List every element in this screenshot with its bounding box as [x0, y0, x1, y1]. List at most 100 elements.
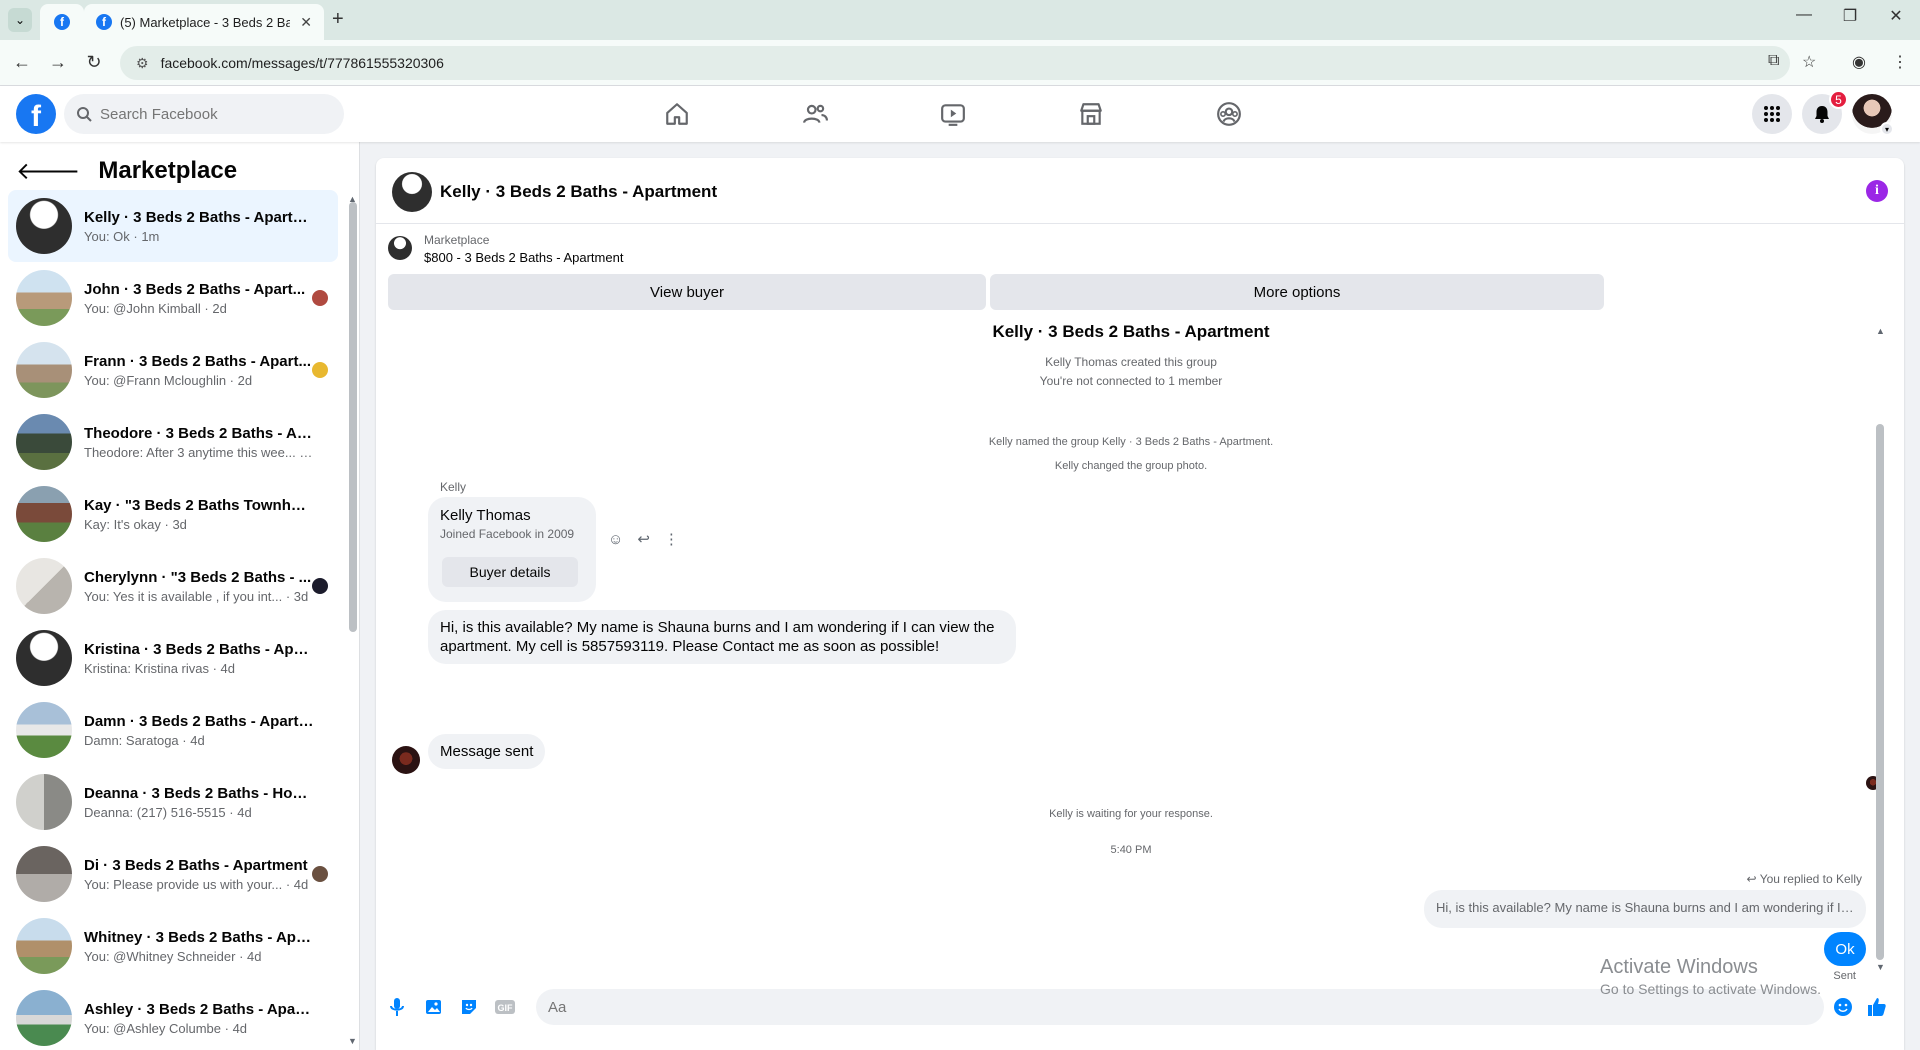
thumbs-up-icon[interactable]: [1864, 994, 1890, 1020]
conversation-item[interactable]: Damn · 3 Beds 2 Baths - Apartm... Damn: S…: [8, 694, 338, 766]
browser-menu-icon[interactable]: ⋮: [1892, 52, 1908, 72]
my-message-bubble[interactable]: Ok: [1824, 932, 1866, 966]
listing-thumbnail: [16, 774, 72, 830]
pinned-tab[interactable]: f: [40, 4, 84, 40]
back-arrow-icon[interactable]: ←: [10, 52, 34, 73]
notifications-bell-icon[interactable]: 5: [1802, 90, 1848, 134]
quoted-message[interactable]: Hi, is this available? My name is Shauna…: [1424, 890, 1866, 928]
microphone-icon[interactable]: [384, 994, 410, 1020]
more-icon[interactable]: ⋮: [664, 530, 679, 548]
info-icon[interactable]: i: [1866, 180, 1888, 202]
listing-thumbnail: [388, 236, 412, 260]
conversation-item[interactable]: Cherylynn · "3 Beds 2 Baths - ... You: Ye…: [8, 550, 338, 622]
gif-icon[interactable]: GIF: [492, 994, 518, 1020]
listing-price[interactable]: $800 - 3 Beds 2 Baths - Apartment: [424, 250, 623, 265]
search-input[interactable]: [100, 105, 320, 123]
system-note: Kelly named the group Kelly · 3 Beds 2 B…: [988, 436, 1274, 448]
scroll-down-icon[interactable]: ▼: [1876, 962, 1885, 972]
listing-thumbnail: [16, 342, 72, 398]
svg-text:GIF: GIF: [498, 1003, 514, 1013]
conversation-preview: Kay: It's okay · 3d: [84, 516, 187, 532]
menu-grid-icon[interactable]: [1752, 94, 1792, 134]
browser-profile-icon[interactable]: ◉: [1852, 52, 1866, 72]
conversation-preview: You: @Whitney Schneider · 4d: [84, 948, 262, 964]
conversation-list: Kelly · 3 Beds 2 Baths - Apartment You: O…: [8, 190, 338, 1050]
conversation-preview: Kristina: Kristina rivas · 4d: [84, 660, 235, 676]
sender-avatar[interactable]: [392, 746, 420, 774]
conversation-name: Di · 3 Beds 2 Baths - Apartment: [84, 856, 308, 874]
forward-arrow-icon[interactable]: →: [46, 52, 70, 73]
listing-thumbnail: [16, 702, 72, 758]
listing-thumbnail: [16, 486, 72, 542]
url-field[interactable]: ⚙ facebook.com/messages/t/77786155532030…: [120, 46, 1790, 80]
conversation-preview: Theodore: After 3 anytime this wee... · …: [84, 444, 314, 460]
photo-icon[interactable]: [420, 994, 446, 1020]
watermark-title: Activate Windows: [1600, 956, 1758, 978]
account-avatar[interactable]: ▾: [1852, 94, 1894, 136]
system-note: Kelly is waiting for your response.: [1049, 808, 1213, 820]
conversation-preview: You: @Ashley Columbe · 4d: [84, 1020, 248, 1036]
facebook-favicon-icon: f: [54, 14, 70, 30]
conversation-name: Frann · 3 Beds 2 Baths - Apart...: [84, 352, 311, 370]
emoji-icon[interactable]: [1830, 994, 1856, 1020]
close-tab-icon[interactable]: ✕: [300, 14, 312, 31]
chat-title[interactable]: Kelly · 3 Beds 2 Baths - Apartment: [440, 182, 717, 202]
back-arrow-icon[interactable]: 🡐: [16, 156, 80, 186]
home-icon[interactable]: [622, 94, 732, 134]
conversation-item[interactable]: Kristina · 3 Beds 2 Baths - Apart... Kris…: [8, 622, 338, 694]
message-bubble[interactable]: Hi, is this available? My name is Shauna…: [428, 610, 1016, 664]
active-tab[interactable]: f (5) Marketplace - 3 Beds 2 Bath ✕: [84, 4, 324, 40]
notification-badge: 5: [1829, 90, 1848, 109]
sidebar-scrollbar[interactable]: [349, 202, 357, 632]
conversation-name: Kelly · 3 Beds 2 Baths - Apartment: [84, 208, 314, 226]
bookmark-star-icon[interactable]: ☆: [1802, 52, 1816, 72]
restore-icon[interactable]: ❐: [1830, 6, 1870, 26]
marketplace-sidebar: 🡐 Marketplace Kelly · 3 Beds 2 Baths - A…: [0, 142, 360, 1050]
react-emoji-icon[interactable]: ☺: [608, 531, 623, 548]
search-box[interactable]: [64, 94, 344, 134]
thread-title: Kelly · 3 Beds 2 Baths - Apartment: [992, 322, 1270, 341]
conversation-item[interactable]: Kay · "3 Beds 2 Baths Townhous... Kay: It…: [8, 478, 338, 550]
video-icon[interactable]: [898, 94, 1008, 134]
sidebar-title: Marketplace: [98, 157, 238, 184]
conversation-item[interactable]: Theodore · 3 Beds 2 Baths - Apa... Theodo…: [8, 406, 338, 478]
more-options-button[interactable]: More options: [990, 274, 1604, 310]
listing-thumbnail: [16, 198, 72, 254]
listing-thumbnail: [16, 558, 72, 614]
watermark-subtitle: Go to Settings to activate Windows.: [1600, 981, 1821, 997]
facebook-logo-icon[interactable]: f: [16, 94, 56, 134]
marketplace-icon[interactable]: [1036, 94, 1146, 134]
group-avatar[interactable]: [392, 172, 432, 212]
groups-icon[interactable]: [1174, 94, 1284, 134]
reload-icon[interactable]: ↻: [82, 52, 106, 73]
view-buyer-button[interactable]: View buyer: [388, 274, 986, 310]
reply-icon[interactable]: ↩: [637, 530, 650, 548]
scroll-up-icon[interactable]: ▲: [1876, 326, 1885, 336]
close-window-icon[interactable]: ✕: [1876, 6, 1916, 26]
site-info-icon[interactable]: ⚙: [136, 55, 149, 72]
chat-scrollbar[interactable]: [1876, 424, 1884, 960]
listing-thumbnail: [16, 918, 72, 974]
conversation-preview: You: Please provide us with your... · 4d: [84, 876, 309, 892]
chat-header: Kelly · 3 Beds 2 Baths - Apartment i: [376, 158, 1904, 224]
new-tab-button[interactable]: +: [332, 8, 344, 31]
message-thread: Kelly · 3 Beds 2 Baths - Apartment Kelly…: [376, 320, 1886, 982]
tab-search-icon[interactable]: ⌄: [8, 8, 32, 32]
install-app-icon[interactable]: ⧉: [1768, 52, 1779, 70]
minimize-icon[interactable]: —: [1784, 6, 1824, 24]
conversation-item[interactable]: Ashley · 3 Beds 2 Baths - Apart... You: @…: [8, 982, 338, 1050]
facebook-header: f 5 ▾: [0, 86, 1920, 142]
buyer-card: Kelly Thomas Joined Facebook in 2009 Buy…: [428, 497, 596, 602]
buyer-details-button[interactable]: Buyer details: [442, 557, 578, 587]
conversation-item[interactable]: Kelly · 3 Beds 2 Baths - Apartment You: O…: [8, 190, 338, 262]
conversation-item[interactable]: Di · 3 Beds 2 Baths - Apartment You: Plea…: [8, 838, 338, 910]
friends-icon[interactable]: [760, 94, 870, 134]
conversation-item[interactable]: Frann · 3 Beds 2 Baths - Apart... You: @F…: [8, 334, 338, 406]
conversation-item[interactable]: Deanna · 3 Beds 2 Baths - House Deanna: (…: [8, 766, 338, 838]
conversation-preview: Deanna: (217) 516-5515 · 4d: [84, 804, 252, 820]
conversation-item[interactable]: Whitney · 3 Beds 2 Baths - Apart... You: …: [8, 910, 338, 982]
conversation-item[interactable]: John · 3 Beds 2 Baths - Apart... You: @Jo…: [8, 262, 338, 334]
scroll-down-icon[interactable]: ▼: [348, 1036, 357, 1046]
message-bubble[interactable]: Message sent: [428, 734, 546, 769]
sticker-icon[interactable]: [456, 994, 482, 1020]
